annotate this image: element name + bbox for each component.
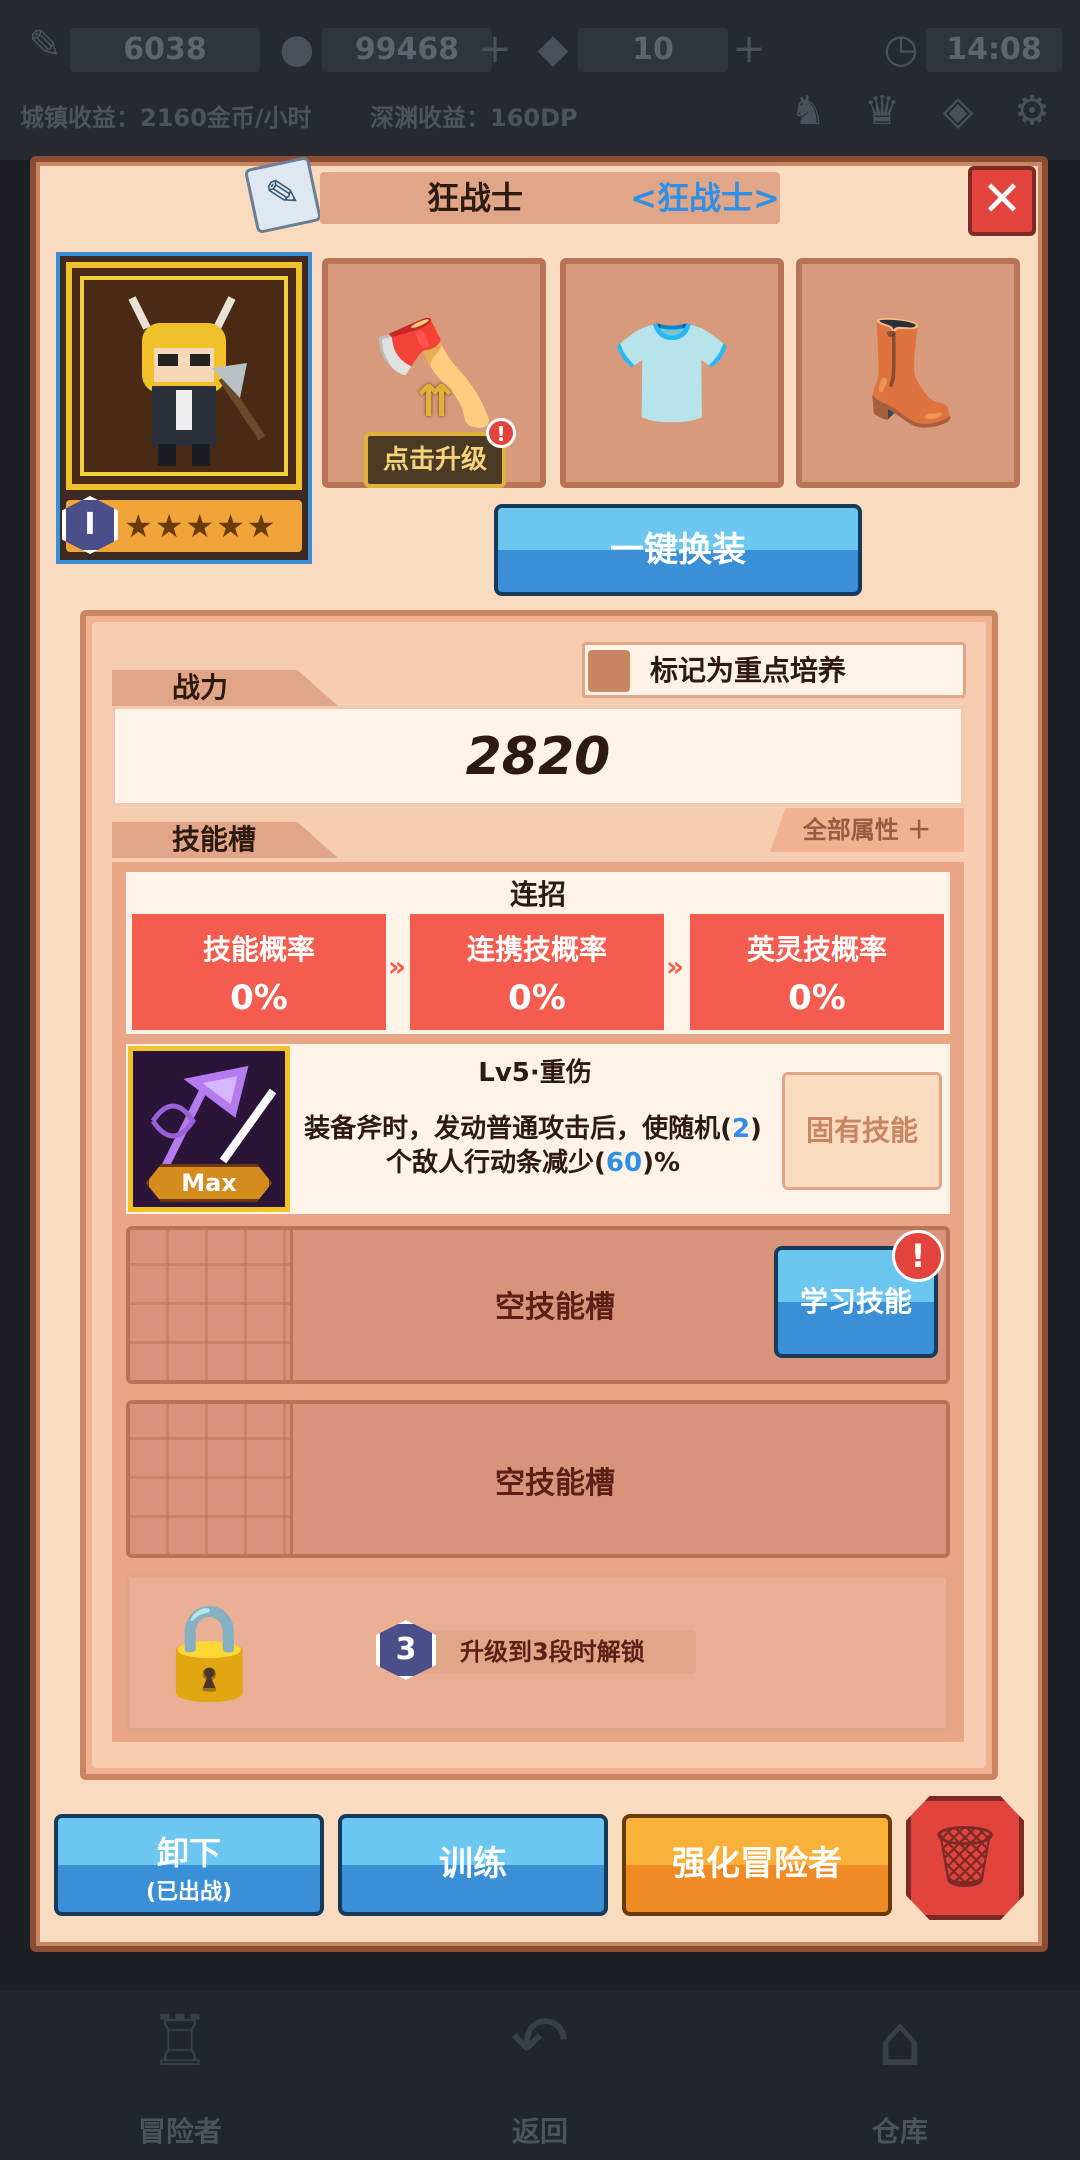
learn-alert-badge: !: [892, 1230, 944, 1282]
train-button[interactable]: 训练: [338, 1814, 608, 1916]
add-gold-icon[interactable]: +: [470, 24, 520, 74]
skill-target-count: 2: [731, 1114, 751, 1144]
max-level-badge: Max: [146, 1164, 272, 1202]
accessory-slot[interactable]: 👢: [796, 258, 1020, 488]
skill-desc-part3: )%: [642, 1148, 680, 1178]
lock-icon: 🔒: [152, 1598, 267, 1705]
close-button[interactable]: ✕: [968, 166, 1036, 236]
character-portrait: [66, 262, 302, 490]
power-box: 2820: [112, 706, 964, 806]
dismiss-button[interactable]: 🗑: [906, 1796, 1024, 1920]
upgrade-arrows-icon: ⇈: [416, 376, 454, 427]
card-icon[interactable]: ◈: [928, 86, 988, 142]
star-rating: ★★★★★: [124, 507, 278, 545]
chevron-right-icon: »: [666, 950, 685, 983]
close-icon: ✕: [981, 171, 1023, 227]
berserker-sprite-icon: [72, 268, 296, 484]
clock-time: 14:08: [926, 28, 1062, 72]
town-income: 城镇收益：2160金币/小时: [20, 104, 312, 132]
gold-value: 99468: [322, 28, 492, 72]
combo-link-rate-label: 连携技概率: [466, 933, 607, 966]
combo-title: 连招: [509, 878, 566, 911]
unequip-button[interactable]: 卸下 (已出战): [54, 1814, 324, 1916]
click-upgrade-button[interactable]: 点击升级: [364, 432, 506, 488]
slot-pattern: [130, 1404, 293, 1554]
upgrade-alert-badge: !: [486, 418, 516, 448]
unequip-label: 卸下: [156, 1834, 221, 1872]
adventurer-name: 狂战士: [426, 179, 523, 217]
combo-spirit-rate-label: 英灵技概率: [746, 933, 887, 966]
nav-warehouse[interactable]: 仓库: [820, 2110, 980, 2150]
boots-icon: 👢: [845, 314, 971, 431]
empty-slot-1-label: 空技能槽: [495, 1290, 615, 1325]
back-nav-icon[interactable]: ↶: [480, 2000, 600, 2100]
gold-coin-icon: ●: [279, 26, 315, 72]
skill-desc-part1: 装备斧时，发动普通攻击后，使随机(: [304, 1114, 732, 1144]
skill-description: 装备斧时，发动普通攻击后，使随机(2)个敌人行动条减少(60)%: [292, 1112, 774, 1186]
combo-link-rate-value: 0%: [508, 978, 566, 1018]
abyss-income: 深渊收益：160DP: [370, 104, 578, 132]
adventurer-icon[interactable]: ♞: [778, 86, 838, 142]
mark-focus-label: 标记为重点培养: [650, 654, 847, 687]
combo-link-rate: 连携技概率 0%: [410, 914, 664, 1030]
add-gem-icon[interactable]: +: [724, 24, 774, 74]
rename-icon[interactable]: ✎: [243, 155, 323, 235]
enhance-adventurer-button[interactable]: 强化冒险者: [622, 1814, 892, 1916]
gem-value: 10: [578, 28, 728, 72]
nav-adventurers[interactable]: 冒险者: [100, 2110, 260, 2150]
all-attributes-button[interactable]: 全部属性 ＋: [770, 808, 964, 852]
combo-skill-rate-label: 技能概率: [202, 933, 315, 966]
skill-reduce-percent: 60: [605, 1148, 643, 1178]
combo-skill-rate: 技能概率 0%: [132, 914, 386, 1030]
warehouse-nav-icon[interactable]: ⌂: [840, 2000, 960, 2100]
combo-skill-rate-value: 0%: [230, 978, 288, 1018]
gem-icon: ◆: [537, 26, 569, 72]
nav-back[interactable]: 返回: [460, 2110, 620, 2150]
mark-focus-checkbox[interactable]: [588, 650, 630, 692]
clock-icon: ◷: [883, 26, 919, 72]
innate-skill-tag: 固有技能: [782, 1072, 942, 1190]
unequip-sub-label: (已出战): [145, 1880, 233, 1905]
adventurers-nav-icon[interactable]: ♖: [120, 2000, 240, 2100]
trash-icon: 🗑: [926, 1822, 1004, 1892]
class-tag: <狂战士>: [630, 179, 780, 217]
cat-icon[interactable]: ♛: [852, 86, 912, 142]
chevron-right-icon: »: [388, 950, 407, 983]
combo-spirit-rate-value: 0%: [788, 978, 846, 1018]
slot-pattern: [130, 1230, 293, 1380]
gear-icon[interactable]: ⚙: [1002, 86, 1062, 142]
armor-slot[interactable]: 👕: [560, 258, 784, 488]
energy-icon: ✎: [28, 22, 62, 68]
empty-slot-2-label: 空技能槽: [495, 1466, 615, 1501]
one-click-equip-button[interactable]: 一键换装: [494, 504, 862, 596]
combo-spirit-rate: 英灵技概率 0%: [690, 914, 944, 1030]
energy-value: 6038: [70, 28, 260, 72]
skill-name: Lv5·重伤: [478, 1058, 592, 1088]
power-value: 2820: [465, 727, 611, 787]
armor-icon: 👕: [609, 314, 735, 431]
